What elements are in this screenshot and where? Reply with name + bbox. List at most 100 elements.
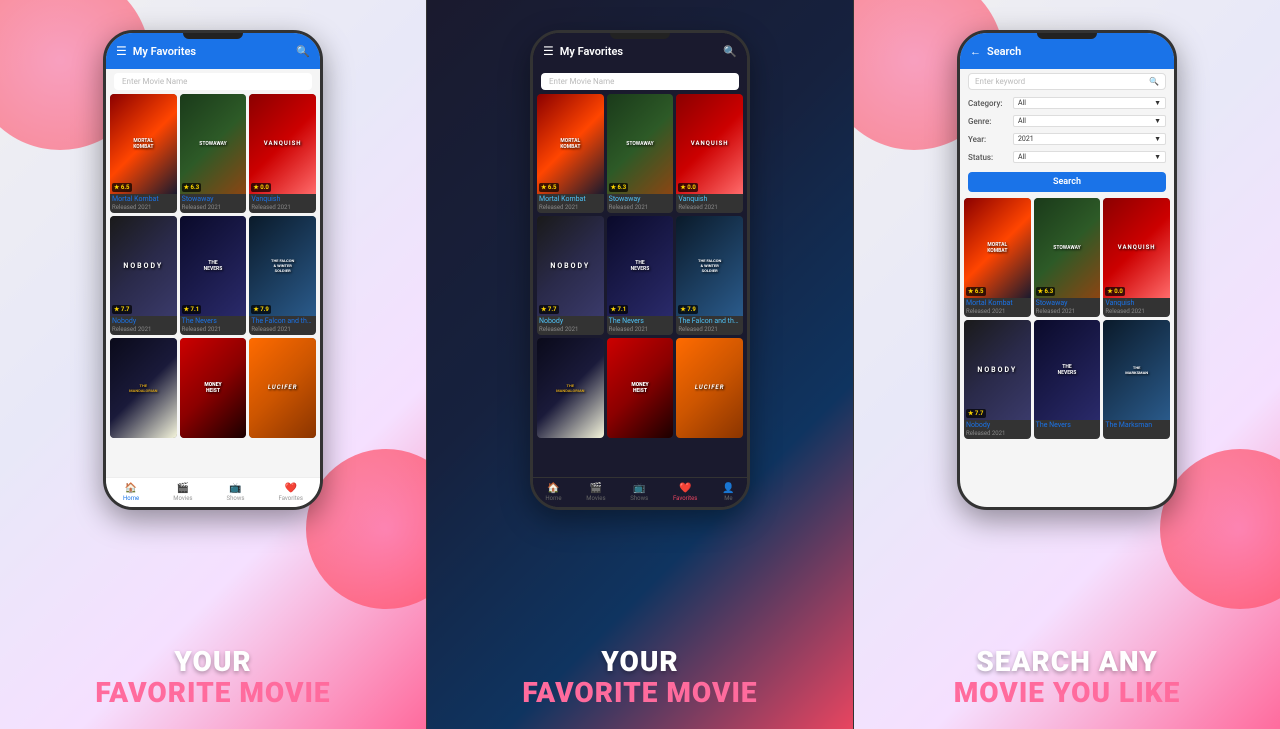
movie-card-mn-1[interactable]: THEMANDALORIAN [110,338,177,438]
search-icon-2[interactable]: 🔍 [723,45,737,58]
movie-card-nb-1[interactable]: NOBODY ★ 7.7 Nobody Released 2021 [110,216,177,335]
poster-mk-1: MORTALKOMBAT ★ 6.5 [110,94,177,194]
movie-card-nb-3[interactable]: NOBODY ★ 7.7 Nobody Released 2021 [964,320,1031,439]
search-bar-2[interactable]: Enter Movie Name [541,73,739,90]
year-nv-2: Released 2021 [607,326,674,335]
poster-nb-3: NOBODY ★ 7.7 [964,320,1031,420]
title-sw-1: Stowaway [180,194,247,204]
movie-card-lc-2[interactable]: LUCIFER [676,338,743,438]
title-nb-1: Nobody [110,316,177,326]
movie-card-mk2-3[interactable]: THEMARKSMAN The Marksman [1103,320,1170,439]
search-input-icon-3: 🔍 [1149,77,1159,86]
movie-card-vq-1[interactable]: VANQUISH ★ 0.0 Vanquish Released 2021 [249,94,316,213]
year-sw-2: Released 2021 [607,204,674,213]
movie-card-mk-1[interactable]: MORTALKOMBAT ★ 6.5 Mortal Kombat Release… [110,94,177,213]
movie-card-mn-2[interactable]: THEMANDALORIAN [537,338,604,438]
filter-genre: Genre: All ▼ [960,112,1174,130]
shows-icon-2: 📺 [633,483,645,494]
search-input-row-3[interactable]: Enter keyword 🔍 [968,73,1166,90]
movie-card-sw-3[interactable]: STOWAWAY ★ 6.3 Stowaway Released 2021 [1034,198,1101,317]
filter-category-value: All [1018,99,1026,107]
movie-card-fw-1[interactable]: THE FALCON& WINTERSOLDIER ★ 7.9 The Falc… [249,216,316,335]
poster-mn-2: THEMANDALORIAN [537,338,604,438]
nav-me-2[interactable]: 👤 Me [722,483,734,502]
movie-card-vq-3[interactable]: VANQUISH ★ 0.0 Vanquish Released 2021 [1103,198,1170,317]
chevron-down-year: ▼ [1154,135,1161,143]
year-mk-1: Released 2021 [110,204,177,213]
nav-movies-label-2: Movies [586,495,605,502]
back-icon-3[interactable]: ← [970,45,981,58]
decorative-blob-br-3 [1160,449,1280,609]
search-bar-1[interactable]: Enter Movie Name [114,73,312,90]
movie-card-nv-1[interactable]: THENEVERS ★ 7.1 The Nevers Released 2021 [180,216,247,335]
nav-movies-2[interactable]: 🎬 Movies [586,483,605,502]
movie-card-sw-2[interactable]: STOWAWAY ★ 6.3 Stowaway Released 2021 [607,94,674,213]
main-container: ☰ My Favorites 🔍 Enter Movie Name MORTAL… [0,0,1280,729]
panel-light-favorites: ☰ My Favorites 🔍 Enter Movie Name MORTAL… [0,0,426,729]
filter-category-label: Category: [968,99,1013,108]
poster-nv-1: THENEVERS ★ 7.1 [180,216,247,316]
filter-genre-select[interactable]: All ▼ [1013,115,1166,127]
poster-sw-1: STOWAWAY ★ 6.3 [180,94,247,194]
movie-card-mk-2[interactable]: MORTALKOMBAT ★ 6.5 Mortal Kombat Release… [537,94,604,213]
year-nb-1: Released 2021 [110,326,177,335]
movie-card-nv-2[interactable]: THENEVERS ★ 7.1 The Nevers Released 2021 [607,216,674,335]
movie-card-fw-2[interactable]: THE FALCON& WINTERSOLDIER ★ 7.9 The Falc… [676,216,743,335]
poster-vq-3: VANQUISH ★ 0.0 [1103,198,1170,298]
me-icon-2: 👤 [722,483,734,494]
filter-genre-label: Genre: [968,117,1013,126]
nav-shows-2[interactable]: 📺 Shows [630,483,648,502]
search-icon-1[interactable]: 🔍 [296,45,310,58]
filter-status-select[interactable]: All ▼ [1013,151,1166,163]
menu-icon-1[interactable]: ☰ [116,44,127,58]
poster-fw-2: THE FALCON& WINTERSOLDIER ★ 7.9 [676,216,743,316]
rating-sw-1: ★ 6.3 [182,183,202,192]
title-nv-2: The Nevers [607,316,674,326]
search-button-3[interactable]: Search [968,172,1166,192]
nav-favorites-label-1: Favorites [278,495,302,502]
nav-movies-1[interactable]: 🎬 Movies [173,483,192,502]
title-nv-3: The Nevers [1034,420,1101,430]
year-vq-2: Released 2021 [676,204,743,213]
rating-sw-3: ★ 6.3 [1036,287,1056,296]
movie-card-lc-1[interactable]: LUCIFER [249,338,316,438]
filter-genre-value: All [1018,117,1026,125]
filter-category-select[interactable]: All ▼ [1013,97,1166,109]
movie-grid-3: MORTALKOMBAT ★ 6.5 Mortal Kombat Release… [960,198,1174,439]
bottom-nav-1: 🏠 Home 🎬 Movies 📺 Shows ❤️ Favorites [106,477,320,507]
rating-fw-2: ★ 7.9 [678,305,698,314]
rating-nv-1: ★ 7.1 [182,305,202,314]
screen-2: ☰ My Favorites 🔍 Enter Movie Name MORTAL… [533,33,747,507]
movie-card-mh-2[interactable]: MONEYHEIST [607,338,674,438]
title-fw-2: The Falcon and the Winter Soldier [676,316,743,326]
movie-card-vq-2[interactable]: VANQUISH ★ 0.0 Vanquish Released 2021 [676,94,743,213]
app-header-3: ← Search [960,33,1174,69]
search-keyword-placeholder[interactable]: Enter keyword [975,77,1149,86]
movie-card-sw-1[interactable]: STOWAWAY ★ 6.3 Stowaway Released 2021 [180,94,247,213]
year-sw-3: Released 2021 [1034,308,1101,317]
title-sw-3: Stowaway [1034,298,1101,308]
year-sw-1: Released 2021 [180,204,247,213]
poster-lc-1: LUCIFER [249,338,316,438]
home-icon-2: 🏠 [547,483,559,494]
chevron-down-category: ▼ [1154,99,1161,107]
rating-vq-3: ★ 0.0 [1105,287,1125,296]
movie-card-mh-1[interactable]: MONEYHEIST [180,338,247,438]
menu-icon-2[interactable]: ☰ [543,44,554,58]
nav-home-2[interactable]: 🏠 Home [545,483,561,502]
nav-me-label-2: Me [724,495,732,502]
panel-dark-favorites: ☰ My Favorites 🔍 Enter Movie Name MORTAL… [426,0,854,729]
filter-year-select[interactable]: 2021 ▼ [1013,133,1166,145]
nav-shows-1[interactable]: 📺 Shows [227,483,245,502]
nav-home-1[interactable]: 🏠 Home [123,483,139,502]
caption-line1-1: YOUR [174,647,251,678]
nav-favorites-2[interactable]: ❤️ Favorites [673,483,697,502]
header-title-2: My Favorites [560,45,724,58]
nav-favorites-1[interactable]: ❤️ Favorites [278,483,302,502]
year-fw-2: Released 2021 [676,326,743,335]
movie-card-nb-2[interactable]: NOBODY ★ 7.7 Nobody Released 2021 [537,216,604,335]
movie-card-mk-3[interactable]: MORTALKOMBAT ★ 6.5 Mortal Kombat Release… [964,198,1031,317]
chevron-down-genre: ▼ [1154,117,1161,125]
title-nv-1: The Nevers [180,316,247,326]
movie-card-nv-3[interactable]: THENEVERS The Nevers [1034,320,1101,439]
